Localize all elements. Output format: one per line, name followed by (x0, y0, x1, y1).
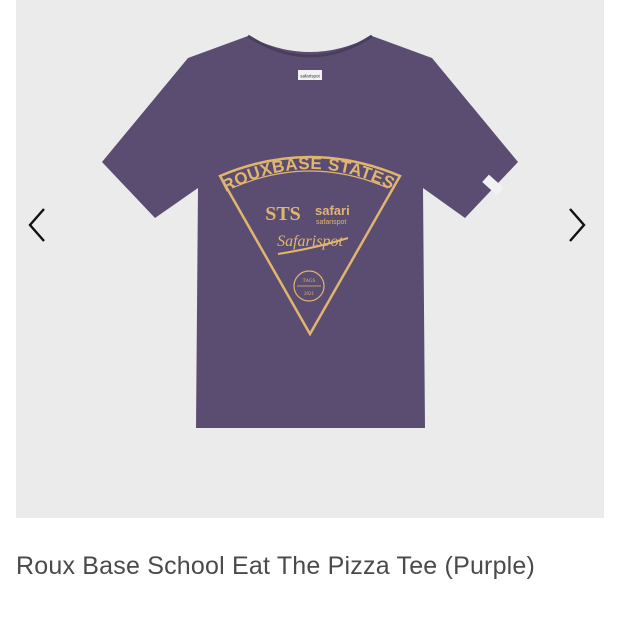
chevron-left-icon (28, 208, 45, 242)
print-logo-text: STS (265, 203, 301, 225)
product-image[interactable]: safarispot ROUXBASE STATES. STS safari s… (80, 28, 540, 438)
gallery-prev-button[interactable] (24, 204, 54, 246)
print-brand-sub-text: safarispot (316, 219, 346, 226)
print-badge-top-text: TAGS (303, 279, 316, 284)
product-title: Roux Base School Eat The Pizza Tee (Purp… (16, 552, 536, 580)
tshirt-image: safarispot ROUXBASE STATES. STS safari s… (80, 28, 518, 428)
gallery-next-button[interactable] (560, 204, 590, 246)
neck-label-text: safarispot (300, 74, 320, 79)
print-badge-year-text: 2021 (304, 292, 315, 297)
print-brand-text: safari (315, 203, 350, 218)
chevron-right-icon (569, 208, 586, 242)
